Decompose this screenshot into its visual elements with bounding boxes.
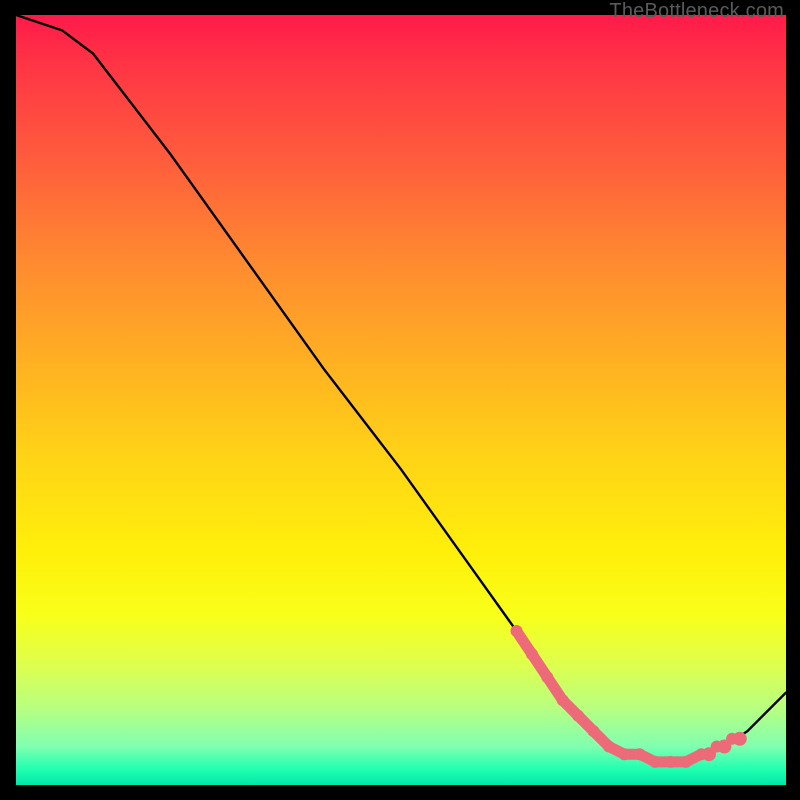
marker-dot <box>511 625 523 637</box>
marker-dot <box>588 725 600 737</box>
watermark-text: TheBottleneck.com <box>609 0 784 23</box>
marker-big-dot <box>717 740 731 754</box>
marker-dot <box>526 648 538 660</box>
plot-area <box>16 15 786 785</box>
marker-dot <box>618 748 630 760</box>
marker-dot <box>603 741 615 753</box>
marker-group <box>511 625 739 768</box>
marker-dot <box>634 748 646 760</box>
marker-dot <box>541 671 553 683</box>
marker-big-dot <box>702 747 716 761</box>
marker-big-dot <box>733 732 747 746</box>
marker-dot <box>557 694 569 706</box>
chart-svg <box>16 15 786 785</box>
marker-dot <box>649 756 661 768</box>
marker-dot <box>680 756 692 768</box>
chart-frame: TheBottleneck.com <box>0 0 800 800</box>
big-marker-group <box>702 732 747 761</box>
marker-dot <box>665 756 677 768</box>
marker-dot <box>572 710 584 722</box>
bottleneck-curve <box>16 15 786 762</box>
